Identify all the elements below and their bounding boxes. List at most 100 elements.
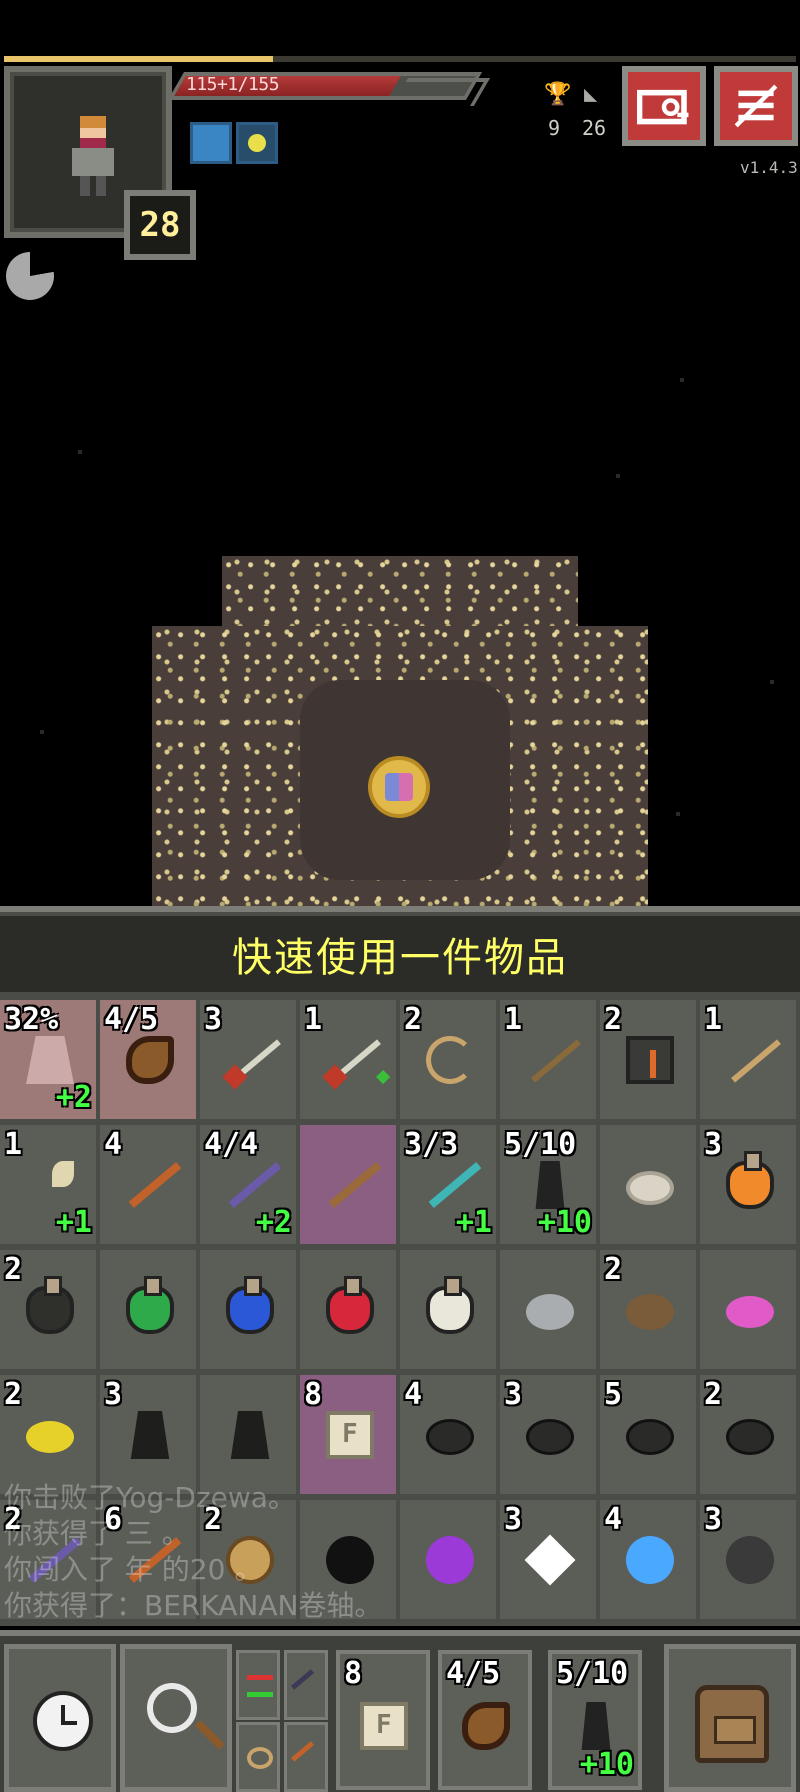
inventory-title: 快速使用一件物品 <box>0 916 800 992</box>
inventory-slot[interactable]: 4/5 <box>100 1000 196 1119</box>
item-quantity: 2 <box>4 1377 23 1412</box>
star-dot <box>676 812 680 816</box>
inventory-slot[interactable]: 2 <box>0 1375 96 1494</box>
quickslot[interactable]: 8 <box>336 1650 430 1790</box>
inventory-slot[interactable] <box>500 1250 596 1369</box>
inventory-slot[interactable]: 2 <box>600 1250 696 1369</box>
inventory-slot[interactable] <box>700 1250 796 1369</box>
search-button[interactable] <box>120 1644 232 1792</box>
journal-button[interactable] <box>622 66 706 146</box>
inventory-slot[interactable]: 3 <box>500 1375 596 1494</box>
flag-icon <box>130 1411 170 1459</box>
inventory-slot[interactable]: 3 <box>500 1500 596 1619</box>
inventory-slot[interactable] <box>300 1250 396 1369</box>
quickslot[interactable]: 5/10 +10 <box>548 1650 642 1790</box>
hero-level: 28 <box>124 190 196 260</box>
inventory-slot[interactable] <box>300 1125 396 1244</box>
horn-icon <box>462 1702 510 1750</box>
magnifier-icon <box>147 1683 197 1733</box>
inventory-slot[interactable]: 5 <box>600 1375 696 1494</box>
pouch-icon <box>226 1536 274 1584</box>
inventory-slot[interactable]: 2 <box>700 1375 796 1494</box>
inventory-slot[interactable] <box>100 1250 196 1369</box>
inventory-slot[interactable] <box>200 1375 296 1494</box>
inventory-slot[interactable]: 6 <box>100 1500 196 1619</box>
mini-quickslot[interactable] <box>236 1722 280 1792</box>
cloak-icon <box>26 1036 74 1084</box>
dart-icon <box>226 1036 274 1084</box>
item-quantity: 2 <box>704 1377 723 1412</box>
item-quantity: 5 <box>604 1377 623 1412</box>
star-dot <box>78 450 82 454</box>
scroll-icon <box>360 1702 408 1750</box>
wand-icon <box>226 1161 274 1209</box>
orb-icon <box>626 1536 674 1584</box>
gem-icon <box>426 1536 474 1584</box>
inventory-slot[interactable]: 1 <box>500 1000 596 1119</box>
menu-button[interactable] <box>714 66 798 146</box>
rune-icon <box>726 1419 774 1455</box>
inventory-slot[interactable]: 3 <box>700 1125 796 1244</box>
inventory-slot[interactable]: 1 +1 <box>0 1125 96 1244</box>
inventory-slot[interactable]: 2 <box>0 1250 96 1369</box>
inventory-slot[interactable]: 8 <box>300 1375 396 1494</box>
item-quantity: 4/5 <box>104 1002 159 1037</box>
light-buff-icon[interactable] <box>236 122 278 164</box>
inventory-slot[interactable]: 4 <box>400 1375 496 1494</box>
hero-sprite-icon <box>72 116 114 196</box>
torch-icon <box>126 1536 174 1584</box>
artifact-icon <box>535 1161 565 1209</box>
hp-text: 115+1/155 <box>186 74 280 95</box>
backpack-button[interactable] <box>664 1644 796 1792</box>
inventory-slot[interactable]: 1 <box>700 1000 796 1119</box>
item-quantity: 3 <box>204 1002 223 1037</box>
seed-icon <box>26 1421 74 1453</box>
inventory-slot[interactable]: 4 <box>600 1500 696 1619</box>
inventory-slot[interactable] <box>200 1250 296 1369</box>
inventory-slot[interactable]: 2 <box>0 1500 96 1619</box>
amulet-icon[interactable] <box>368 756 430 818</box>
potion-icon <box>726 1151 774 1209</box>
inventory-slot[interactable]: 3/3 +1 <box>400 1125 496 1244</box>
dart-icon <box>326 1036 374 1084</box>
shield-buff-icon[interactable] <box>190 122 232 164</box>
item-quantity: 4 <box>604 1502 623 1537</box>
mini-quickslot[interactable] <box>284 1722 328 1792</box>
item-quantity: 3 <box>104 1377 123 1412</box>
bolas-icon <box>426 1036 474 1084</box>
journal-icon <box>637 89 689 125</box>
item-quantity: 8 <box>344 1656 363 1691</box>
inventory-slot[interactable]: 2 <box>400 1000 496 1119</box>
swap-quickslot-button[interactable] <box>236 1650 280 1720</box>
wand-icon <box>126 1161 174 1209</box>
artifact-icon <box>581 1702 611 1750</box>
inventory-slot[interactable] <box>400 1250 496 1369</box>
rune-icon <box>526 1419 574 1455</box>
inventory-slot[interactable]: 4 <box>100 1125 196 1244</box>
xp-bar <box>4 56 796 62</box>
inventory-slot[interactable]: 5/10 +10 <box>500 1125 596 1244</box>
top-strip <box>0 0 800 58</box>
item-quantity: 3/3 <box>404 1127 459 1162</box>
inventory-slot[interactable]: 32% +2 <box>0 1000 96 1119</box>
inventory-slot[interactable] <box>600 1125 696 1244</box>
inventory-slot[interactable]: 1 <box>300 1000 396 1119</box>
inventory-slot[interactable]: 3 <box>100 1375 196 1494</box>
pickaxe-icon <box>26 1161 74 1209</box>
dungeon-view[interactable] <box>0 300 800 910</box>
inventory-slot[interactable] <box>400 1500 496 1619</box>
quickslot[interactable]: 4/5 <box>438 1650 532 1790</box>
horn-icon <box>126 1036 174 1084</box>
wand-icon <box>290 1669 326 1703</box>
wait-button[interactable] <box>4 1644 116 1792</box>
bolas-icon <box>247 1747 273 1769</box>
inventory-slot[interactable]: 3 <box>200 1000 296 1119</box>
item-quantity: 32% <box>4 1002 59 1037</box>
inventory-slot[interactable]: 2 <box>200 1500 296 1619</box>
inventory-slot[interactable]: 2 <box>600 1000 696 1119</box>
inventory-slot[interactable] <box>300 1500 396 1619</box>
rune-icon <box>626 1419 674 1455</box>
mini-quickslot[interactable] <box>284 1650 328 1720</box>
inventory-slot[interactable]: 4/4 +2 <box>200 1125 296 1244</box>
inventory-slot[interactable]: 3 <box>700 1500 796 1619</box>
